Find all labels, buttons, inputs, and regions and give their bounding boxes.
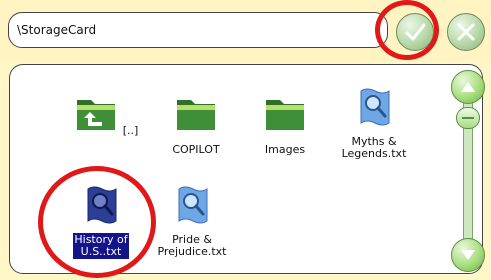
file-item-images[interactable]: Images [245, 92, 325, 157]
file-label: Myths & Legends.txt [341, 135, 407, 160]
file-item-myths-legends[interactable]: Myths & Legends.txt [334, 85, 414, 161]
cancel-button[interactable] [447, 13, 485, 51]
scroll-down-button[interactable] [451, 238, 485, 272]
file-browser-panel: [..] COPILOT Images Myths & Legends.txt [9, 64, 483, 274]
scroll-up-button[interactable] [451, 70, 485, 104]
file-label: [..] [122, 124, 139, 137]
text-file-icon [360, 88, 390, 126]
check-icon [405, 23, 426, 41]
file-label: History of U.S..txt [73, 233, 129, 259]
scrollbar[interactable] [451, 70, 485, 272]
triangle-up-icon [461, 82, 475, 92]
file-label: Images [264, 143, 306, 156]
folder-up-icon [76, 100, 115, 130]
ok-button[interactable] [396, 13, 434, 51]
text-file-icon [87, 186, 117, 224]
triangle-down-icon [461, 250, 475, 260]
file-item-history-us[interactable]: History of U.S..txt [61, 183, 141, 259]
file-item-pride-prejudice[interactable]: Pride & Prejudice.txt [152, 183, 232, 259]
path-field[interactable]: \StorageCard [8, 12, 388, 48]
file-label: COPILOT [172, 143, 220, 156]
folder-icon [266, 100, 304, 130]
scroll-thumb[interactable] [456, 107, 480, 129]
file-label: Pride & Prejudice.txt [157, 233, 227, 258]
folder-icon [177, 100, 215, 130]
text-file-icon [178, 186, 208, 224]
close-icon [457, 23, 475, 41]
file-item-parent[interactable]: [..] [67, 92, 147, 138]
top-bar: \StorageCard [0, 0, 491, 62]
file-item-copilot[interactable]: COPILOT [156, 92, 236, 157]
